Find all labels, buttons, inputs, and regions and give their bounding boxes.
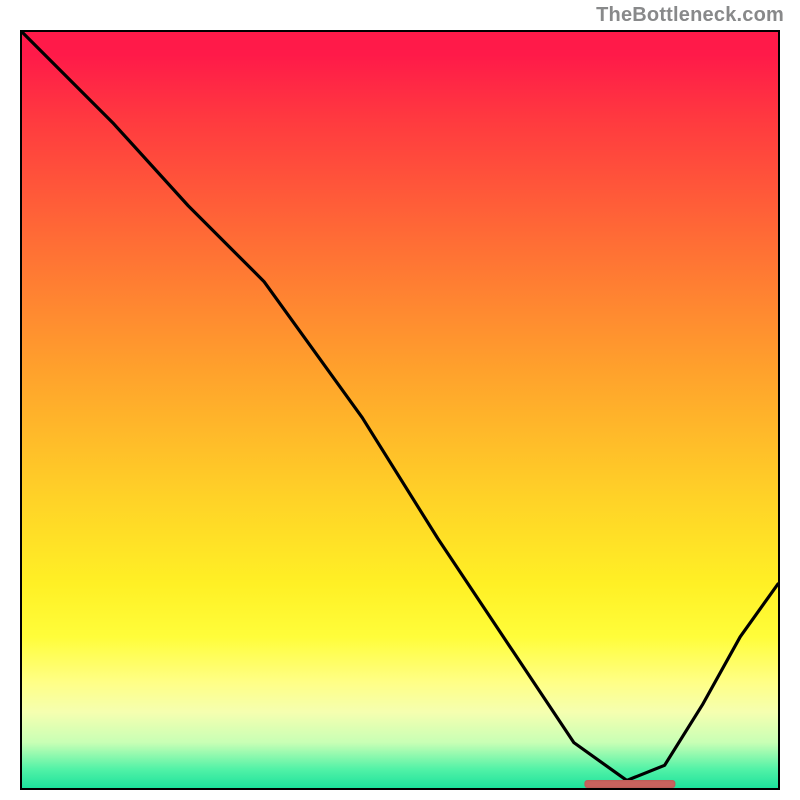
chart-plot-area <box>20 30 780 790</box>
optimal-marker <box>584 780 675 788</box>
bottleneck-curve <box>22 32 778 788</box>
watermark-text: TheBottleneck.com <box>596 4 784 27</box>
